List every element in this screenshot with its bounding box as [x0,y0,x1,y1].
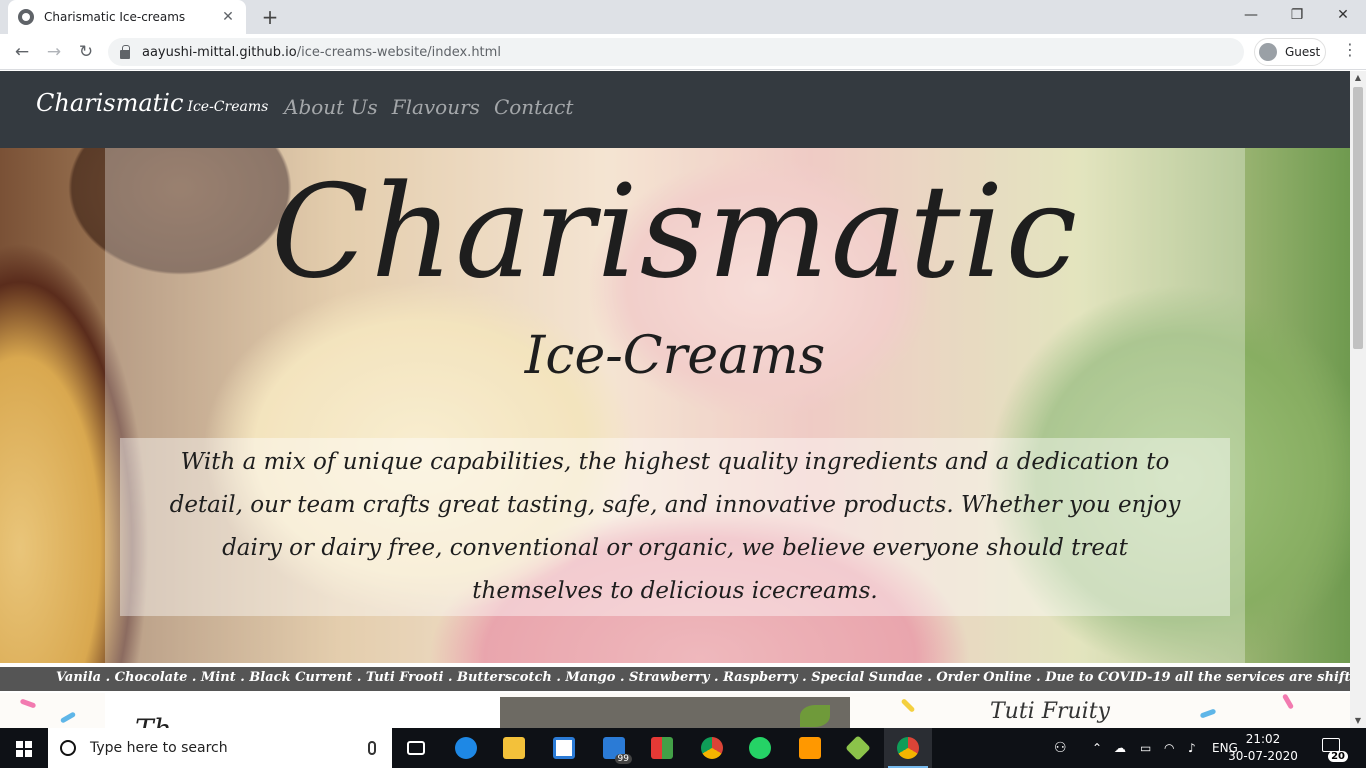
windows-taskbar: Type here to search 99 ⚇ ⌃ ☁ ▭ ◠ ♪ ENG 2… [0,728,1366,768]
profile-button[interactable]: Guest [1254,38,1326,66]
url-path: /ice-creams-website/index.html [296,44,501,60]
sprinkle-decoration [1199,708,1217,719]
address-bar[interactable]: aayushi-mittal.github.io/ice-creams-webs… [108,38,1244,66]
file-explorer-icon[interactable] [490,728,538,768]
description-box: With a mix of unique capabilities, the h… [120,438,1230,616]
store-icon[interactable] [540,728,588,768]
scroll-up-icon[interactable]: ▲ [1350,71,1366,85]
chrome-active-icon[interactable] [884,728,932,768]
scroll-down-icon[interactable]: ▼ [1350,714,1366,728]
mint-leaf-image [800,705,830,727]
avatar-icon [1259,43,1277,61]
cloud-icon[interactable]: ☁ [1114,728,1126,768]
ticker-text: Vanila . Chocolate . Mint . Black Curren… [56,670,1350,685]
people-icon[interactable]: ⚇ [1054,728,1067,768]
site-brand[interactable]: Charismatic Ice-Creams [36,89,268,117]
notification-count: 20 [1328,751,1348,762]
browser-tab-strip: Charismatic Ice-creams ✕ + — ❐ ✕ [0,0,1366,34]
start-button[interactable] [0,728,48,768]
brand-main: Charismatic [36,89,184,117]
nav-contact[interactable]: Contact [494,95,573,119]
system-clock[interactable]: 21:02 30-07-2020 [1228,731,1298,765]
search-placeholder: Type here to search [90,740,228,756]
hero-subtitle: Ice-Creams [524,326,826,386]
whatsapp-icon[interactable] [736,728,784,768]
chevron-up-icon[interactable]: ⌃ [1092,728,1102,768]
nav-links: About Us Flavours Contact [284,95,573,119]
chrome-icon[interactable] [688,728,736,768]
scroll-thumb[interactable] [1353,87,1363,349]
new-tab-button[interactable]: + [258,5,282,29]
nav-flavours[interactable]: Flavours [392,95,480,119]
globe-icon [18,9,34,25]
hero-title: Charismatic [270,158,1080,307]
task-view-icon[interactable] [392,728,440,768]
url-text: aayushi-mittal.github.io/ice-creams-webs… [142,45,501,60]
flavour-ticker: Vanila . Chocolate . Mint . Black Curren… [0,667,1350,691]
browser-tab[interactable]: Charismatic Ice-creams ✕ [8,0,246,34]
forward-button[interactable]: → [42,40,66,64]
notification-center-icon[interactable]: 20 [1320,736,1348,762]
browser-toolbar: ← → ↻ aayushi-mittal.github.io/ice-cream… [0,34,1366,70]
reload-button[interactable]: ↻ [74,40,98,64]
wifi-icon[interactable]: ◠ [1164,728,1174,768]
page-scrollbar[interactable]: ▲ ▼ [1350,71,1366,728]
close-window-button[interactable]: ✕ [1320,0,1366,30]
restore-button[interactable]: ❐ [1274,0,1320,30]
sprinkle-decoration [19,698,37,709]
site-navbar: Charismatic Ice-Creams About Us Flavours … [0,71,1350,148]
cortana-icon [60,740,76,756]
tuti-fruity-heading: Tuti Fruity [990,699,1110,724]
clock-time: 21:02 [1245,732,1281,746]
sprinkle-decoration [900,698,916,713]
nav-about-us[interactable]: About Us [284,95,378,119]
office-icon[interactable] [638,728,686,768]
sublime-text-icon[interactable] [786,728,834,768]
flavour-card-heading: Th [135,713,172,728]
lock-icon[interactable] [120,44,130,59]
windows-logo-icon [16,741,32,757]
microphone-icon[interactable] [368,741,376,755]
brand-sub: Ice-Creams [187,99,269,115]
description-text: With a mix of unique capabilities, the h… [169,449,1181,604]
taskbar-search[interactable]: Type here to search [48,728,392,768]
flavours-section: Th Tuti Fruity [0,693,1350,728]
hero-section: Charismatic Ice-Creams With a mix of uni… [0,148,1350,663]
sprinkle-decoration [59,711,77,724]
flavour-photo [500,697,850,728]
sprinkle-decoration [1281,693,1295,710]
profile-label: Guest [1285,45,1321,59]
page-viewport: Charismatic Ice-Creams About Us Flavours … [0,71,1350,728]
edge-icon[interactable] [442,728,490,768]
back-button[interactable]: ← [10,40,34,64]
git-icon[interactable] [834,728,882,768]
tab-title: Charismatic Ice-creams [44,10,186,24]
minimize-button[interactable]: — [1228,0,1274,30]
battery-icon[interactable]: ▭ [1140,728,1151,768]
mail-icon[interactable]: 99 [590,728,638,768]
mail-badge: 99 [614,754,632,764]
url-host: aayushi-mittal.github.io [142,44,297,60]
browser-menu-button[interactable]: ⋮ [1340,40,1360,59]
volume-icon[interactable]: ♪ [1188,728,1196,768]
clock-date: 30-07-2020 [1228,749,1298,763]
close-tab-icon[interactable]: ✕ [220,9,236,25]
